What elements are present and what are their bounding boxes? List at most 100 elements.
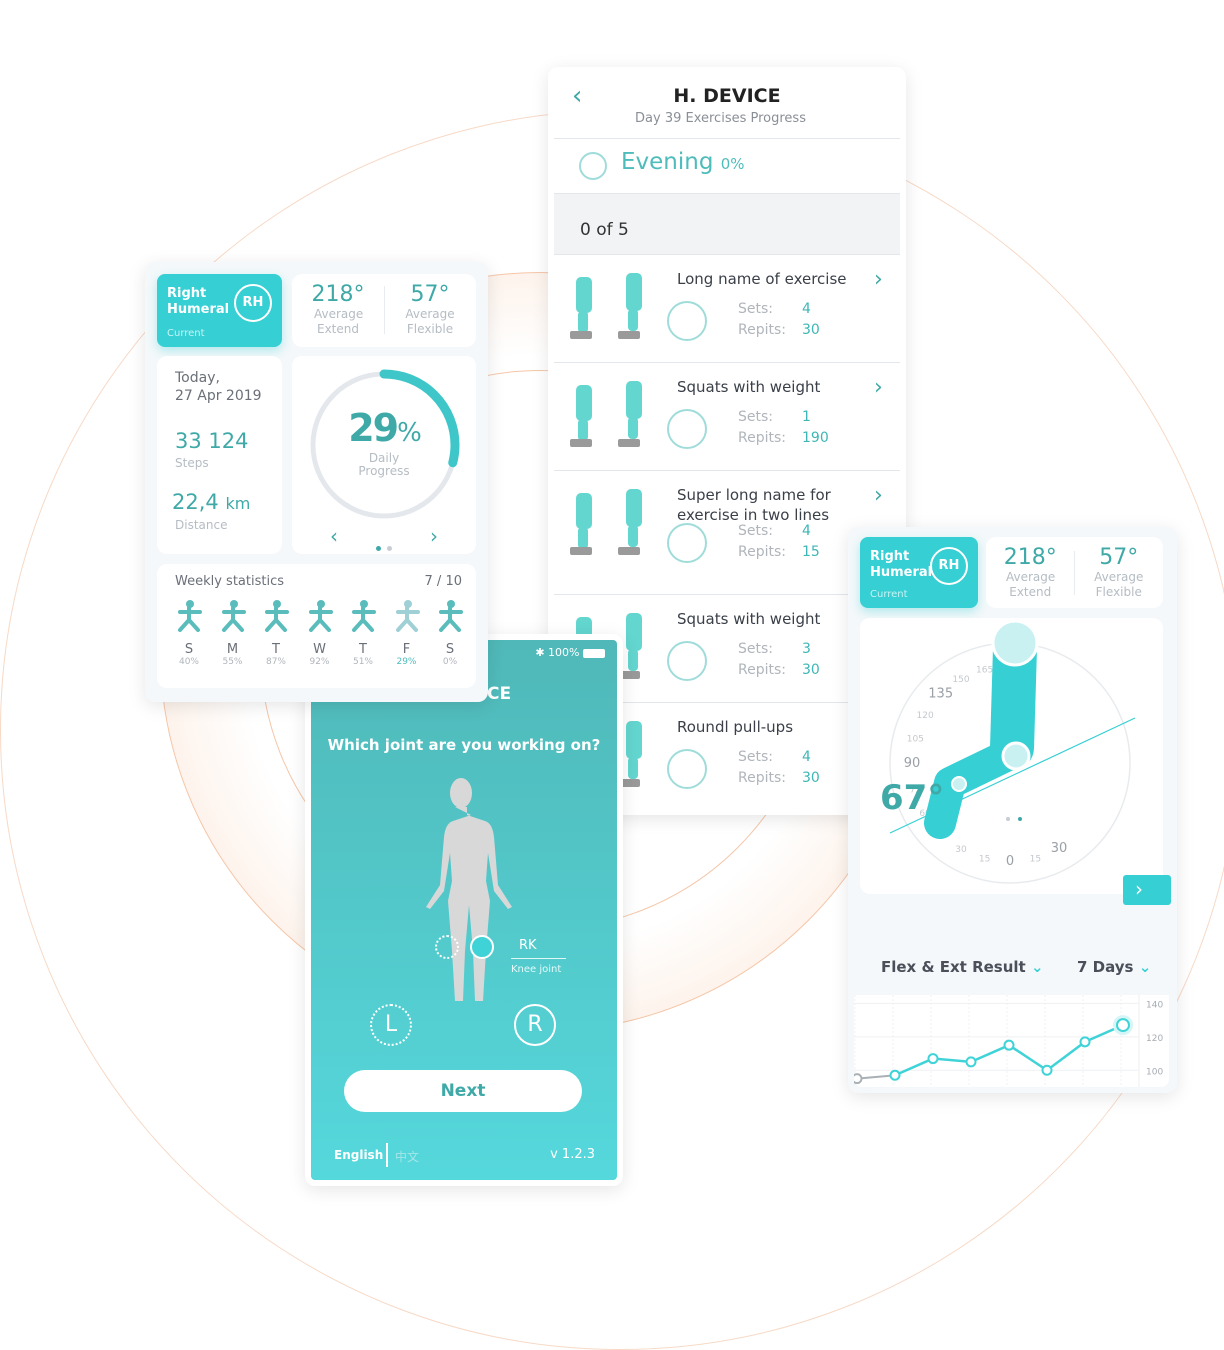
- joint-screen-body: ✱ 100% CE Which joint are you working on…: [311, 640, 617, 1180]
- gauge-tick-label: 0: [1006, 854, 1014, 869]
- average-flexible-label: Average Flexible: [405, 307, 455, 336]
- weekly-count: 7 / 10: [424, 574, 462, 589]
- joint-name: Knee joint: [511, 964, 562, 975]
- exercise-pose-icon: [439, 600, 463, 632]
- gauge-tick-label: 30: [1051, 841, 1068, 856]
- joint-badge-card[interactable]: Right Humeral RH Current: [157, 274, 282, 347]
- averages-tile: 218° Average Extend 57° Average Flexible: [986, 537, 1163, 608]
- distance-unit: km: [225, 494, 251, 513]
- daily-progress-tile: 29% Daily Progress ‹ ›: [292, 356, 476, 554]
- chevron-down-icon: ⌄: [1030, 958, 1044, 976]
- data-point[interactable]: [1041, 1064, 1053, 1076]
- knee-joint-marker[interactable]: [1001, 741, 1031, 771]
- exercise-name: Super long name for exercise in two line…: [677, 486, 831, 524]
- joint-badge: RH: [234, 284, 272, 322]
- exercise-checkbox[interactable]: [667, 301, 707, 341]
- distance-number: 22,4: [172, 490, 219, 514]
- chevron-right-icon[interactable]: ›: [874, 267, 883, 292]
- period-dropdown[interactable]: 7 Days ⌄: [1077, 958, 1151, 976]
- gauge-tick-label: 15: [979, 855, 990, 865]
- today-label: Today,: [175, 370, 220, 386]
- exercise-checkbox[interactable]: [667, 523, 707, 563]
- language-chinese[interactable]: 中文: [395, 1148, 419, 1165]
- data-point[interactable]: [851, 1073, 863, 1085]
- data-point[interactable]: [889, 1069, 901, 1081]
- average-extend-label: Average Extend: [1006, 570, 1056, 599]
- data-point[interactable]: [1003, 1039, 1015, 1051]
- data-point[interactable]: [1116, 1018, 1130, 1033]
- weekday-stat: M 55%: [215, 598, 251, 667]
- weekday-stat: W 92%: [302, 598, 338, 667]
- sets-value: 4: [802, 523, 811, 539]
- average-flexible-value: 57°: [410, 282, 450, 307]
- gauge-tick-label: 120: [917, 711, 934, 721]
- sets-label: Sets:: [738, 523, 773, 539]
- average-extend-value: 218°: [1003, 545, 1057, 570]
- repits-label: Repits:: [738, 770, 786, 786]
- steps-value: 33 124: [175, 429, 249, 453]
- left-side-button[interactable]: L: [370, 1004, 412, 1046]
- series-line-past: [856, 1074, 896, 1080]
- exercise-row[interactable]: Squats with weight › Sets: 1 Repits: 190: [554, 362, 900, 470]
- gauge-tick-label: 105: [907, 735, 924, 745]
- repits-label: Repits:: [738, 322, 786, 338]
- average-flexible: 57° Average Flexible: [1075, 537, 1164, 600]
- chart-area: 140 120 100: [851, 995, 1169, 1087]
- weekday-stat: T 51%: [345, 598, 381, 667]
- shin-segment: [924, 737, 1028, 839]
- screen-title: H. DEVICE: [673, 85, 781, 107]
- angle-gauge-tile: 165 150 135 120 105 90 75 60 45 30 15 0 15 30 67°: [860, 618, 1163, 894]
- chevron-right-icon[interactable]: ›: [874, 483, 883, 508]
- language-english[interactable]: English: [334, 1148, 383, 1162]
- language-divider: [386, 1143, 388, 1167]
- next-angle-button[interactable]: ›: [1123, 875, 1171, 905]
- weekday-percent: 55%: [222, 657, 243, 667]
- chevron-down-icon: ⌄: [1138, 958, 1152, 976]
- joint-badge-card[interactable]: Right Humeral RH Current: [860, 537, 978, 608]
- session-checkbox[interactable]: [579, 152, 607, 180]
- progress-label: Daily Progress: [358, 451, 410, 478]
- data-point[interactable]: [927, 1053, 939, 1065]
- sets-value: 4: [802, 749, 811, 765]
- today-tile: Today, 27 Apr 2019 33 124 Steps 22,4 km …: [157, 356, 282, 554]
- weekday-percent: 29%: [396, 657, 417, 667]
- session-label: Evening: [621, 149, 714, 175]
- weekday-label: S: [445, 642, 455, 657]
- right-knee-marker[interactable]: [470, 935, 494, 959]
- average-flexible-label: Average Flexible: [1094, 570, 1144, 599]
- exercise-pose-icon: [395, 600, 420, 632]
- chevron-right-icon[interactable]: ›: [874, 375, 883, 400]
- exercise-pose-icon: [221, 600, 246, 632]
- average-extend: 218° Average Extend: [986, 537, 1075, 600]
- gauge-tick-label: 150: [952, 675, 969, 685]
- exercise-name: Roundl pull-ups: [677, 718, 794, 736]
- result-dropdown[interactable]: Flex & Ext Result ⌄: [881, 958, 1044, 976]
- data-point[interactable]: [1079, 1036, 1091, 1048]
- exercise-pose-icon: [352, 600, 376, 632]
- data-point[interactable]: [965, 1056, 977, 1068]
- left-knee-marker[interactable]: [435, 935, 459, 959]
- y-tick-label: 100: [1146, 1067, 1163, 1077]
- distance-label: Distance: [175, 518, 228, 532]
- sets-label: Sets:: [738, 301, 773, 317]
- next-button[interactable]: Next: [344, 1070, 582, 1112]
- sets-value: 1: [802, 409, 811, 425]
- next-page-button[interactable]: ›: [430, 524, 438, 548]
- period-dropdown-label: 7 Days: [1077, 958, 1134, 976]
- exercise-checkbox[interactable]: [667, 749, 707, 789]
- exercise-checkbox[interactable]: [667, 641, 707, 681]
- right-side-button[interactable]: R: [514, 1004, 556, 1046]
- exercise-name: Squats with weight: [677, 610, 821, 628]
- exercise-checkbox[interactable]: [667, 409, 707, 449]
- repits-value: 30: [802, 322, 820, 338]
- exercise-pose-icon: [265, 600, 289, 632]
- page-dots: [1006, 806, 1022, 825]
- y-tick-label: 120: [1146, 1034, 1163, 1044]
- prev-page-button[interactable]: ‹: [330, 524, 338, 548]
- result-dropdown-label: Flex & Ext Result: [881, 958, 1026, 976]
- average-extend: 218° Average Extend: [292, 274, 384, 337]
- page-dots: [376, 536, 392, 555]
- weekday-percent: 40%: [178, 657, 199, 667]
- exercise-row[interactable]: Long name of exercise › Sets: 4 Repits: …: [554, 254, 900, 362]
- exercise-illustration: [570, 489, 642, 555]
